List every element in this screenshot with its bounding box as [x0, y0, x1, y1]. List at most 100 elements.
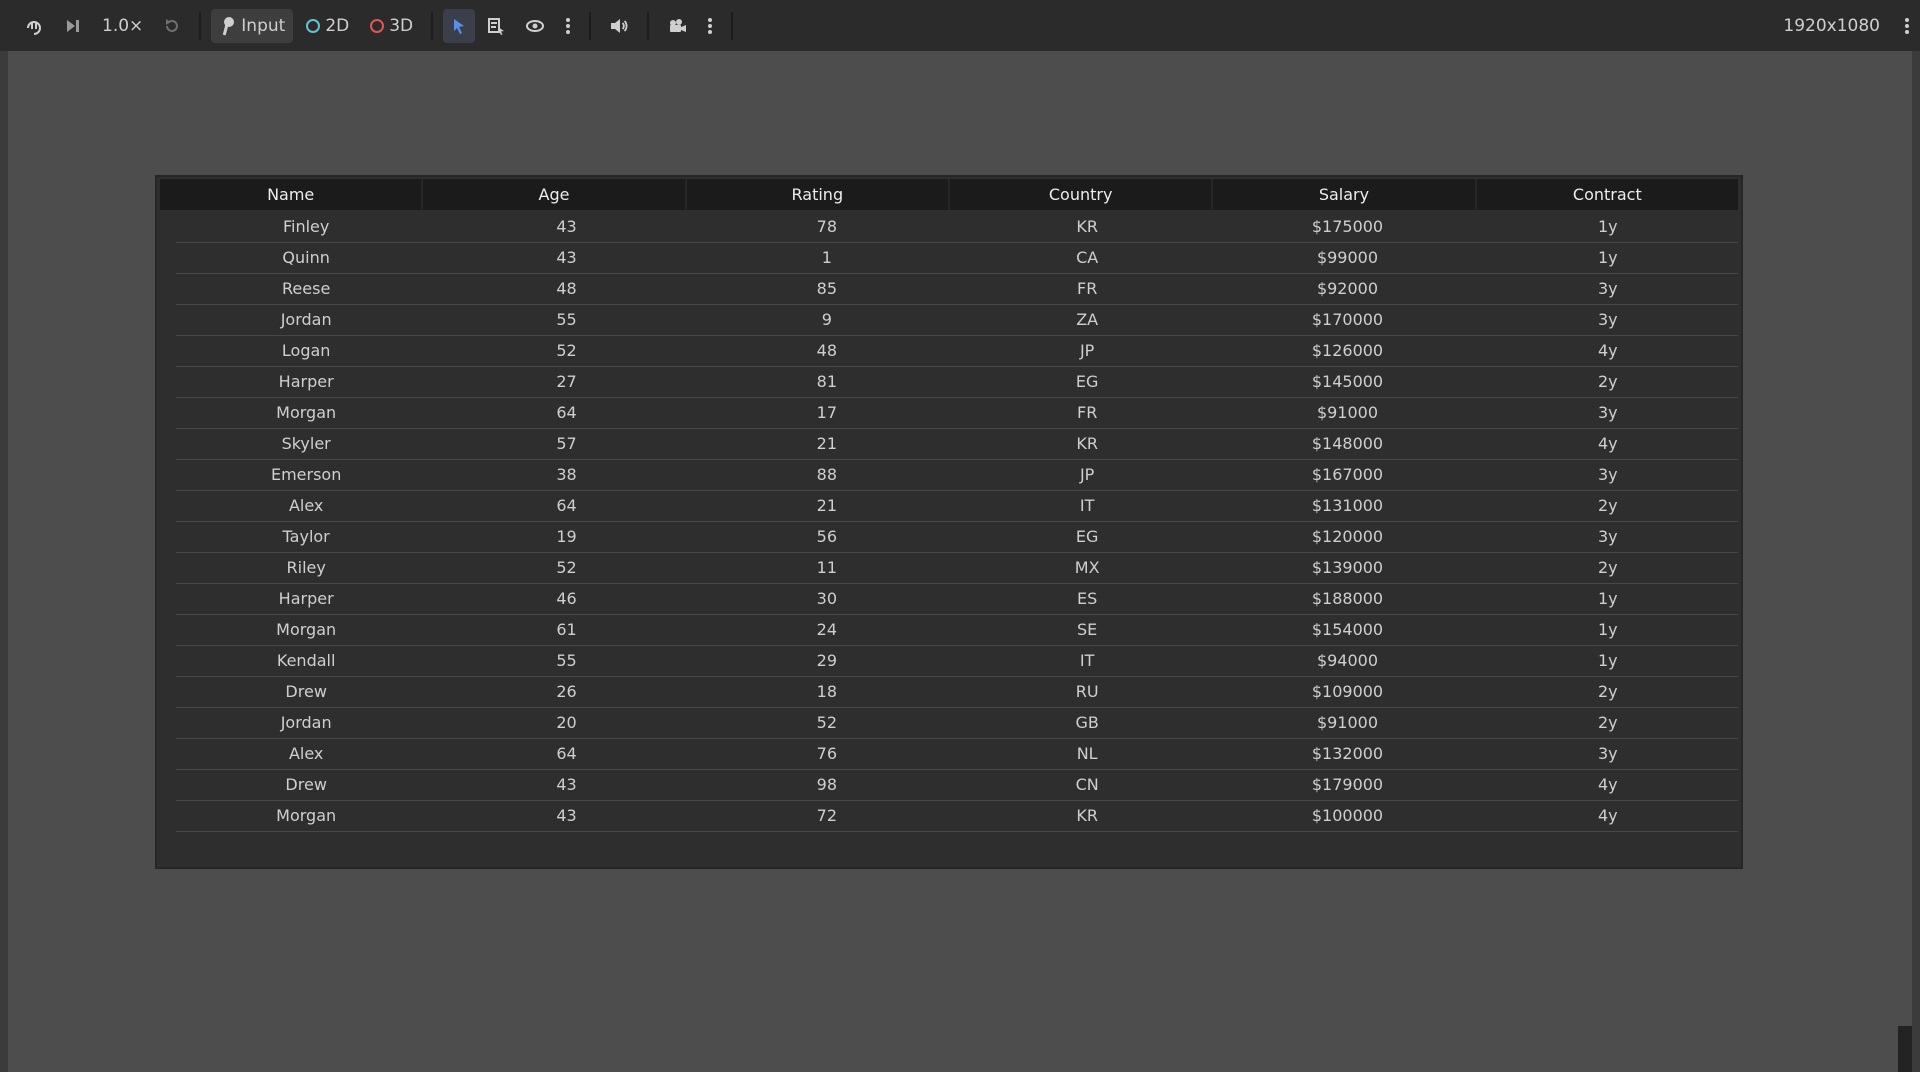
table-row[interactable]: Quinn 43 1 CA $99000 1y — [176, 243, 1738, 274]
table-cell: $148000 — [1311, 434, 1384, 453]
table-cell: $132000 — [1311, 744, 1384, 763]
table-cell: 11 — [816, 558, 837, 577]
kebab-menu-icon — [1904, 17, 1910, 35]
table-cell: $109000 — [1311, 682, 1384, 701]
table-cell: 38 — [556, 465, 577, 484]
ring-3d-icon — [369, 18, 385, 34]
toolbar-right: 1920x1080 — [1783, 0, 1920, 51]
table-cell: EG — [1075, 527, 1099, 546]
mode-2d-label: 2D — [325, 15, 350, 36]
column-header[interactable]: Age — [423, 179, 687, 210]
table-row[interactable]: Emerson 38 88 JP $167000 3y — [176, 460, 1738, 491]
table-row[interactable]: Kendall 55 29 IT $94000 1y — [176, 646, 1738, 677]
table-header: Name Age Rating Country Salary Contract — [160, 179, 1738, 210]
table-cell: $179000 — [1311, 775, 1384, 794]
window-options-button[interactable] — [1896, 9, 1918, 43]
table-cell: EG — [1075, 372, 1099, 391]
table-cell: Drew — [285, 682, 327, 701]
table-cell: Jordan — [280, 310, 332, 329]
table-cell: 17 — [816, 403, 837, 422]
cursor-arrow-icon — [451, 17, 467, 35]
table-row[interactable]: Skyler 57 21 KR $148000 4y — [176, 429, 1738, 460]
table-cell: $154000 — [1311, 620, 1384, 639]
mode-2d-button[interactable]: 2D — [297, 9, 357, 43]
table-cell: Jordan — [280, 713, 332, 732]
table-row[interactable]: Alex 64 76 NL $132000 3y — [176, 739, 1738, 770]
table-cell: 1y — [1597, 651, 1618, 670]
table-cell: 2y — [1597, 496, 1618, 515]
table-cell: 24 — [816, 620, 837, 639]
table-cell: $145000 — [1311, 372, 1384, 391]
table-row[interactable]: Jordan 20 52 GB $91000 2y — [176, 708, 1738, 739]
table-cell: ZA — [1076, 310, 1099, 329]
table-cell: Drew — [285, 775, 327, 794]
table-row[interactable]: Morgan 43 72 KR $100000 4y — [176, 801, 1738, 832]
table-row[interactable]: Jordan 55 9 ZA $170000 3y — [176, 305, 1738, 336]
table-cell: 72 — [816, 806, 837, 825]
table-row[interactable]: Reese 48 85 FR $92000 3y — [176, 274, 1738, 305]
table-row[interactable]: Drew 43 98 CN $179000 4y — [176, 770, 1738, 801]
game-viewport[interactable]: Name Age Rating Country Salary Contract Finle… — [8, 51, 1912, 1072]
table-cell: 2y — [1597, 372, 1618, 391]
table-cell: 64 — [556, 403, 577, 422]
table-cell: 98 — [816, 775, 837, 794]
table-cell: 2y — [1597, 682, 1618, 701]
scrollbar-thumb[interactable] — [1898, 1026, 1912, 1072]
eye-icon — [525, 19, 545, 33]
table-cell: RU — [1075, 682, 1099, 701]
table-row[interactable]: Drew 26 18 RU $109000 2y — [176, 677, 1738, 708]
reset-speed-button[interactable] — [155, 9, 189, 43]
table-cell: 30 — [816, 589, 837, 608]
table-cell: $167000 — [1311, 465, 1384, 484]
camera-icon — [667, 18, 687, 34]
table-cell: 55 — [556, 310, 577, 329]
next-frame-button[interactable] — [56, 9, 90, 43]
table-row[interactable]: Morgan 64 17 FR $91000 3y — [176, 398, 1738, 429]
list-select-button[interactable] — [479, 9, 513, 43]
table-cell: 64 — [556, 744, 577, 763]
column-header[interactable]: Salary — [1213, 179, 1477, 210]
mute-audio-button[interactable] — [601, 9, 637, 43]
table-cell: 18 — [816, 682, 837, 701]
input-mode-button[interactable]: Input — [211, 8, 294, 43]
table-row[interactable]: Morgan 61 24 SE $154000 1y — [176, 615, 1738, 646]
mode-3d-button[interactable]: 3D — [361, 9, 421, 43]
column-header[interactable]: Name — [160, 179, 424, 210]
table-cell: JP — [1079, 341, 1095, 360]
mode-3d-label: 3D — [389, 15, 414, 36]
table-row[interactable]: Harper 46 30 ES $188000 1y — [176, 584, 1738, 615]
table-cell: 3y — [1597, 403, 1618, 422]
camera-override-button[interactable] — [659, 9, 695, 43]
table-cell: Reese — [282, 279, 331, 298]
camera-options-button[interactable] — [699, 9, 721, 43]
column-header[interactable]: Contract — [1477, 179, 1738, 210]
select-options-button[interactable] — [557, 9, 579, 43]
table-row[interactable]: Alex 64 21 IT $131000 2y — [176, 491, 1738, 522]
table-cell: 43 — [556, 217, 577, 236]
table-row[interactable]: Harper 27 81 EG $145000 2y — [176, 367, 1738, 398]
table-cell: $139000 — [1311, 558, 1384, 577]
list-cursor-icon — [487, 17, 505, 35]
table-row[interactable]: Finley 43 78 KR $175000 1y — [176, 212, 1738, 243]
table-cell: 52 — [556, 341, 577, 360]
table-cell: Riley — [286, 558, 326, 577]
table-cell: 21 — [816, 434, 837, 453]
table-cell: $100000 — [1311, 806, 1384, 825]
table-cell: Morgan — [276, 806, 337, 825]
speed-selector[interactable]: 1.0× — [94, 9, 151, 43]
suspend-button[interactable] — [16, 9, 52, 43]
table-cell: 85 — [816, 279, 837, 298]
table-cell: Morgan — [276, 403, 337, 422]
table-cell: Skyler — [281, 434, 331, 453]
table-row[interactable]: Taylor 19 56 EG $120000 3y — [176, 522, 1738, 553]
column-header[interactable]: Country — [950, 179, 1214, 210]
table-cell: Taylor — [282, 527, 330, 546]
table-row[interactable]: Logan 52 48 JP $126000 4y — [176, 336, 1738, 367]
table-body: Finley 43 78 KR $175000 1y Quinn 43 1 CA $99000 1y R… — [176, 212, 1738, 832]
column-header[interactable]: Rating — [687, 179, 950, 210]
table-cell: KR — [1076, 217, 1098, 236]
table-cell: 43 — [556, 248, 577, 267]
visibility-button[interactable] — [517, 9, 553, 43]
table-row[interactable]: Riley 52 11 MX $139000 2y — [176, 553, 1738, 584]
select-tool-button[interactable] — [443, 8, 476, 43]
